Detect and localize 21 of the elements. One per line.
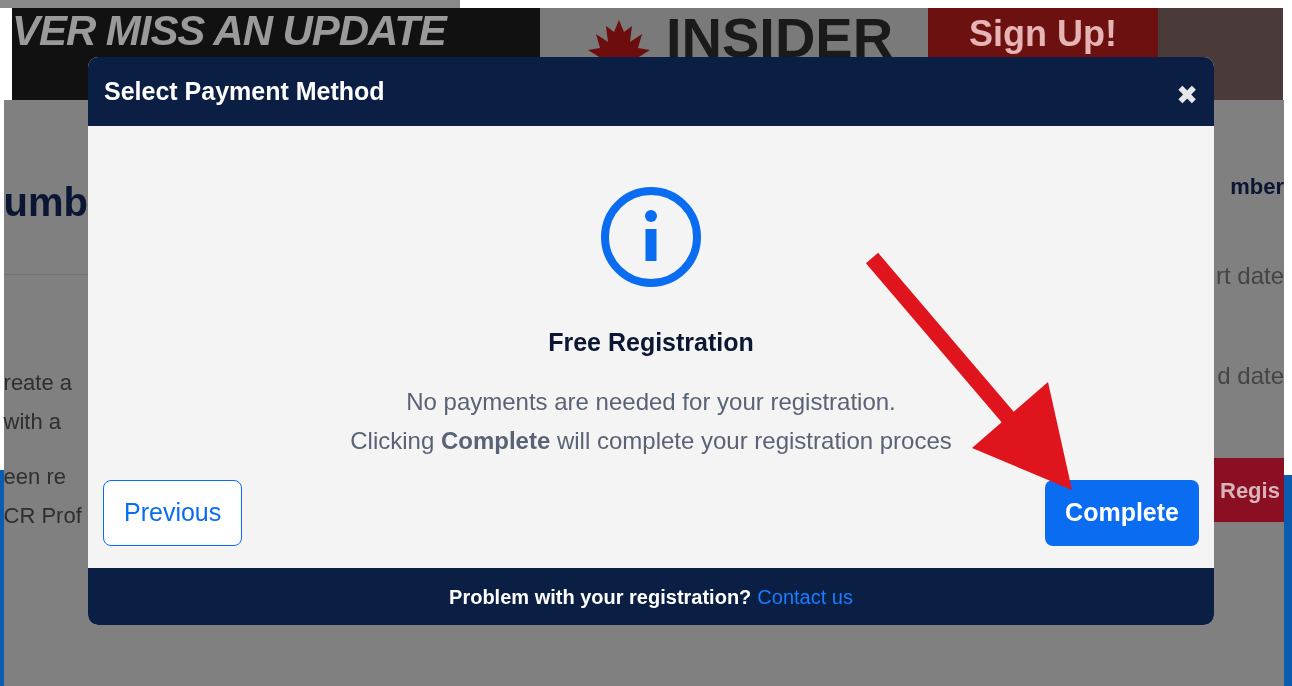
modal-message: No payments are needed for your registration. <box>406 386 896 417</box>
page-text: reate a <box>3 369 74 397</box>
banner-slogan: VER MISS AN UPDATE <box>12 10 446 52</box>
sign-up-text: Sign Up! <box>969 16 1117 52</box>
page-text: CR Prof <box>3 502 83 530</box>
close-button[interactable]: ✖ <box>1176 81 1198 108</box>
field-label: rt date <box>1215 264 1284 288</box>
contact-us-link[interactable]: Contact us <box>757 581 853 612</box>
complete-button[interactable]: Complete <box>1045 479 1199 546</box>
footer-text: Problem with your registration? <box>449 584 752 610</box>
field-label: d date <box>1217 364 1284 388</box>
previous-button[interactable]: Previous <box>103 479 243 546</box>
info-icon <box>600 186 702 288</box>
page-text: een re <box>3 463 67 491</box>
register-button[interactable]: Regis <box>1214 458 1284 522</box>
page-heading: umb <box>3 182 88 222</box>
modal-message: Clicking Complete will complete your registration proces <box>350 425 952 456</box>
banner-brand: INSIDER <box>666 10 894 66</box>
modal-heading: Free Registration <box>548 327 754 358</box>
modal-title: Select Payment Method <box>104 75 385 107</box>
column-heading: mber <box>1230 176 1284 198</box>
